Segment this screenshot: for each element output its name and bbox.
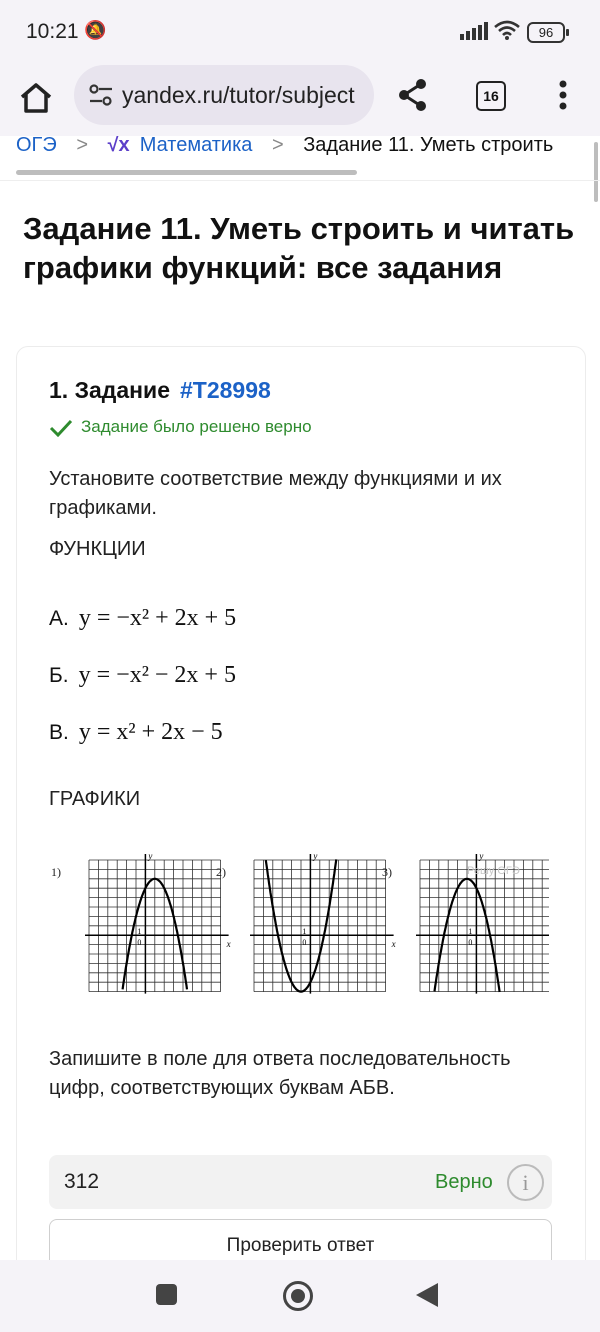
breadcrumb-current: Задание 11. Уметь строить xyxy=(303,136,554,156)
function-formula: y = x² + 2x − 5 xyxy=(78,719,223,745)
unit-label: 1 xyxy=(302,927,306,936)
horizontal-scrollbar[interactable] xyxy=(16,170,357,175)
graph-label: 1) xyxy=(51,865,61,879)
task-card: 1. Задание #T28998 Задание было решено ве… xyxy=(16,346,586,1260)
chevron-right-icon: > xyxy=(76,136,89,156)
address-bar[interactable]: yandex.ru/tutor/subject xyxy=(74,65,374,125)
breadcrumb-math[interactable]: Математика xyxy=(140,136,253,157)
wifi-icon xyxy=(494,20,520,40)
task-number: 1. Задание xyxy=(49,377,170,403)
function-label: В. xyxy=(49,721,69,744)
y-axis-label: y xyxy=(312,852,317,861)
solved-status: Задание было решено верно xyxy=(49,417,312,437)
back-icon[interactable] xyxy=(416,1283,438,1307)
answer-value[interactable]: 312 xyxy=(64,1170,99,1194)
check-answer-button[interactable]: Проверить ответ xyxy=(49,1219,552,1260)
answer-status: Верно xyxy=(435,1171,493,1193)
y-axis-label: y xyxy=(478,852,483,861)
unit-label: 1 xyxy=(468,927,472,936)
graphs-heading: ГРАФИКИ xyxy=(49,788,141,810)
function-v: В. y = x² + 2x − 5 xyxy=(49,719,223,746)
breadcrumb: ОГЭ > √x Математика > Задание 11. Уметь с… xyxy=(16,136,553,164)
solved-text: Задание было решено верно xyxy=(81,417,312,436)
battery-icon: 96 xyxy=(527,22,569,43)
system-nav-bar xyxy=(0,1260,600,1332)
graph-label: 3) xyxy=(382,865,392,879)
answer-instruction: Запишите в поле для ответа последователь… xyxy=(49,1048,511,1099)
tab-switcher-button[interactable]: 16 xyxy=(476,81,506,111)
task-id-link[interactable]: #T28998 xyxy=(180,377,271,403)
page-title: Задание 11. Уметь строить и читать графи… xyxy=(23,211,575,285)
functions-heading: ФУНКЦИИ xyxy=(49,538,146,560)
recents-icon[interactable] xyxy=(156,1284,177,1305)
tab-count: 16 xyxy=(483,88,499,104)
battery-level: 96 xyxy=(538,25,554,40)
graphs-image: 1)xy012)xy013)xy01Решу ОГЭ xyxy=(51,852,549,994)
info-icon[interactable]: i xyxy=(507,1164,544,1201)
watermark-text: Решу ОГЭ xyxy=(467,865,520,877)
more-menu-icon[interactable] xyxy=(558,80,568,110)
home-icon[interactable] xyxy=(18,80,54,116)
vertical-scrollbar[interactable] xyxy=(594,142,598,202)
origin-label: 0 xyxy=(137,938,141,947)
origin-label: 0 xyxy=(302,938,306,947)
mute-icon: 🔕 xyxy=(84,20,107,40)
function-a: А. y = −x² + 2x + 5 xyxy=(49,605,236,632)
function-formula: y = −x² + 2x + 5 xyxy=(78,605,237,631)
divider xyxy=(0,180,600,181)
unit-label: 1 xyxy=(137,927,141,936)
status-bar: 10:21 🔕 96 xyxy=(0,0,600,62)
origin-label: 0 xyxy=(468,938,472,947)
function-b: Б. y = −x² − 2x + 5 xyxy=(49,662,236,689)
x-axis-label: x xyxy=(391,939,396,949)
url-text[interactable]: yandex.ru/tutor/subject xyxy=(122,82,355,109)
chevron-right-icon: > xyxy=(271,136,284,156)
breadcrumb-oge[interactable]: ОГЭ xyxy=(16,136,57,157)
status-time: 10:21 xyxy=(26,20,79,43)
function-label: А. xyxy=(49,607,69,630)
site-settings-icon[interactable] xyxy=(88,83,114,107)
graph-label: 2) xyxy=(216,865,226,879)
browser-toolbar: yandex.ru/tutor/subject 16 xyxy=(0,62,600,136)
task-title: 1. Задание #T28998 xyxy=(49,377,271,404)
checkmark-icon xyxy=(49,419,73,437)
signal-icon xyxy=(460,22,488,40)
x-axis-label: x xyxy=(226,939,231,949)
task-intro: Установите соответствие между функциями … xyxy=(49,468,502,519)
home-nav-icon[interactable] xyxy=(283,1281,313,1311)
answer-field[interactable]: 312 Верно i xyxy=(49,1155,552,1209)
function-label: Б. xyxy=(49,664,69,687)
y-axis-label: y xyxy=(147,852,152,861)
web-content: ОГЭ > √x Математика > Задание 11. Уметь с… xyxy=(0,136,600,1260)
function-formula: y = −x² − 2x + 5 xyxy=(78,662,236,688)
math-logo-icon: √x xyxy=(107,136,130,156)
share-icon[interactable] xyxy=(397,78,429,112)
